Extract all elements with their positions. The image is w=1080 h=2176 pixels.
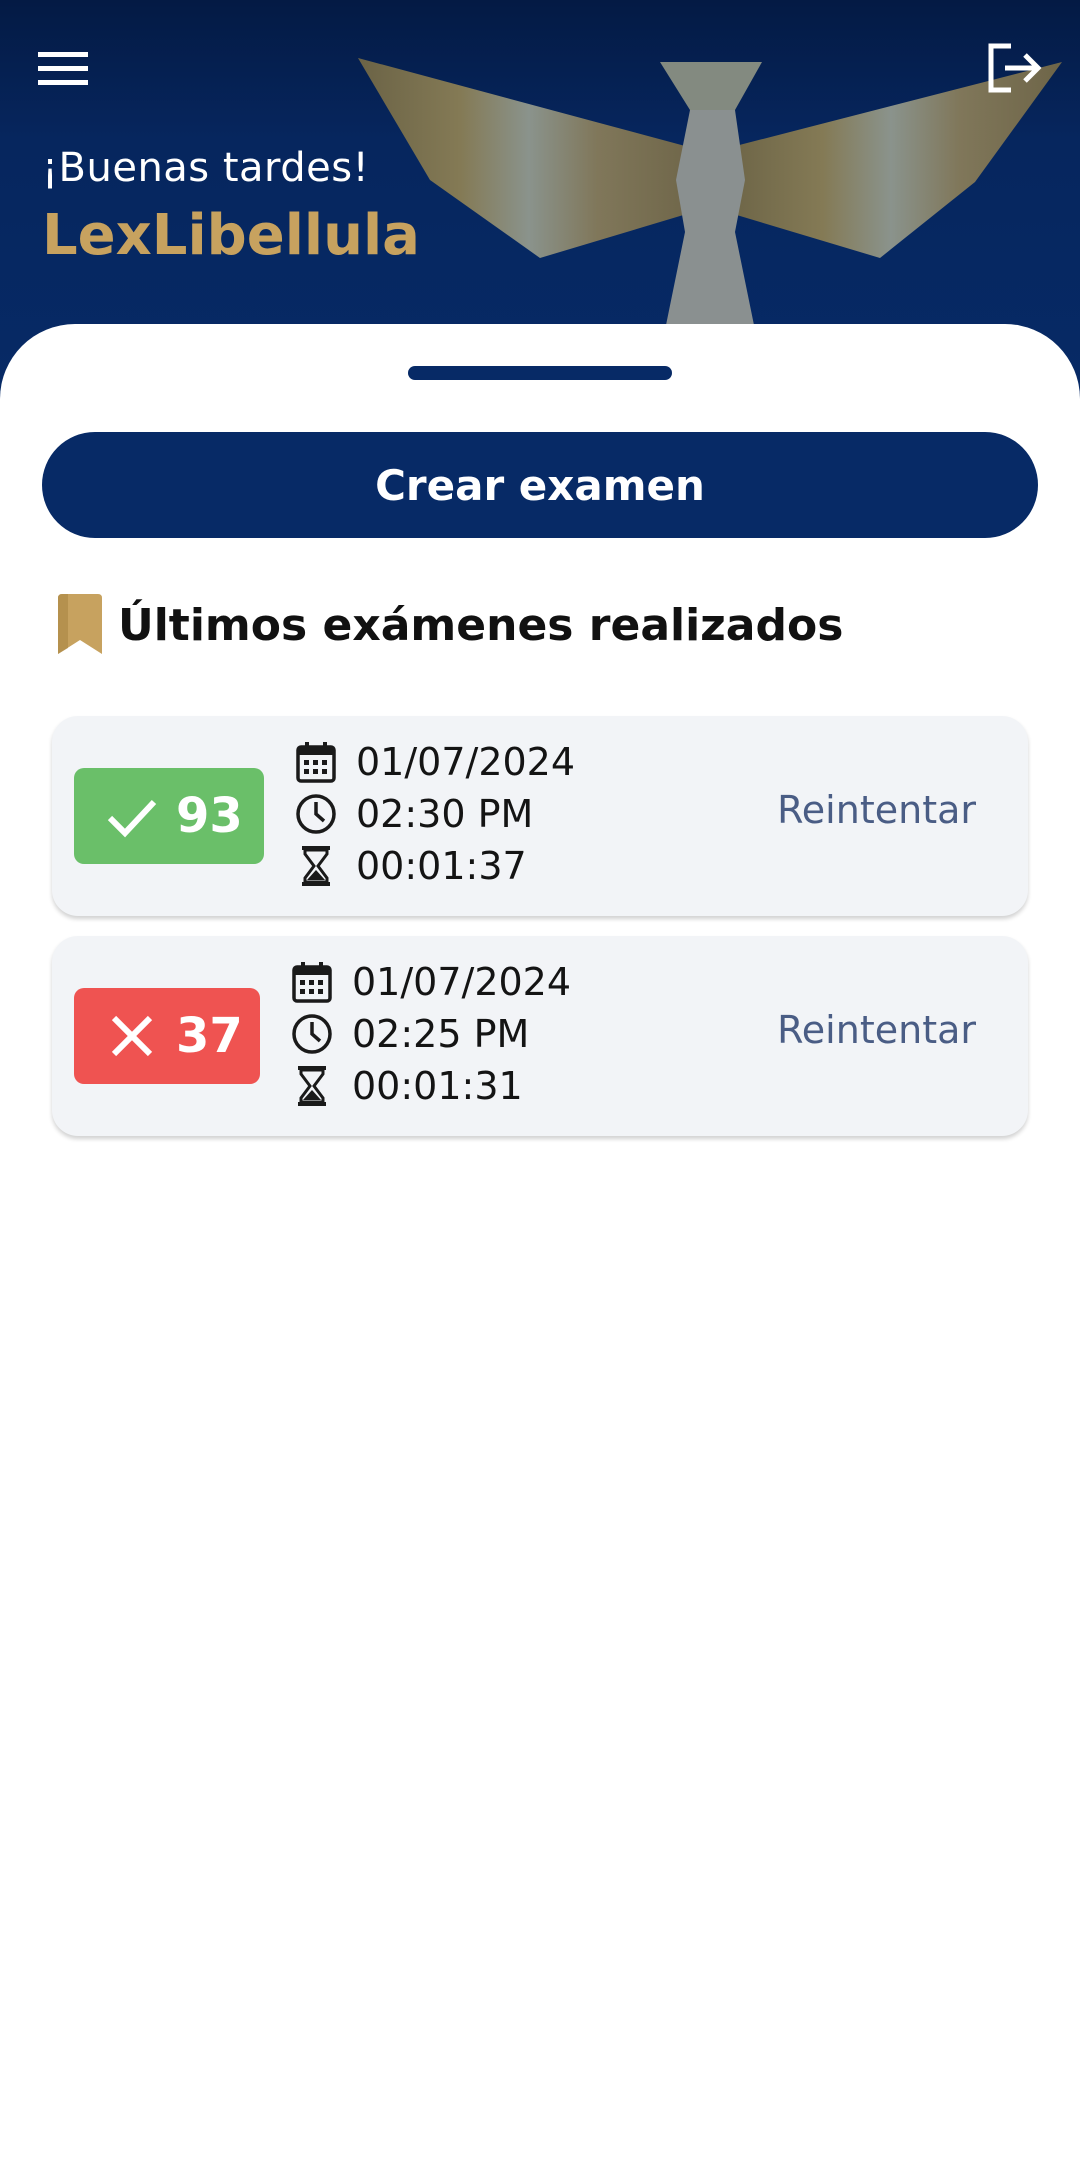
exam-meta: 01/07/2024 02:25 PM 00:01:31 bbox=[290, 956, 571, 1112]
time-row: 02:25 PM bbox=[290, 1008, 571, 1060]
score-value: 37 bbox=[176, 1008, 243, 1064]
bookmark-icon bbox=[58, 594, 102, 654]
hourglass-icon bbox=[298, 1066, 326, 1106]
date-row: 01/07/2024 bbox=[290, 956, 571, 1008]
time-row: 02:30 PM bbox=[294, 788, 575, 840]
score-badge-fail: 37 bbox=[74, 988, 260, 1084]
calendar-icon bbox=[292, 962, 332, 1003]
retry-button[interactable]: Reintentar bbox=[777, 788, 976, 832]
exam-date: 01/07/2024 bbox=[352, 960, 572, 1004]
exam-time: 02:30 PM bbox=[356, 792, 534, 836]
hourglass-icon bbox=[302, 846, 330, 886]
clock-icon bbox=[296, 794, 336, 834]
exam-card: 37 01/07/2024 02:25 PM 00:01:31 Reintent… bbox=[52, 936, 1028, 1136]
menu-icon[interactable] bbox=[34, 46, 92, 92]
exam-meta: 01/07/2024 02:30 PM 00:01:37 bbox=[294, 736, 575, 892]
sheet-handle[interactable] bbox=[408, 366, 672, 380]
exam-card: 93 01/07/2024 02:30 PM 00:01:37 Reintent… bbox=[52, 716, 1028, 916]
retry-button[interactable]: Reintentar bbox=[777, 1008, 976, 1052]
calendar-icon bbox=[296, 742, 336, 783]
recent-exams-header: Últimos exámenes realizados bbox=[56, 594, 843, 656]
create-exam-button[interactable]: Crear examen bbox=[42, 432, 1038, 538]
duration-row: 00:01:31 bbox=[290, 1060, 571, 1112]
content-sheet: Crear examen Últimos exámenes realizados… bbox=[0, 324, 1080, 2176]
greeting-text: ¡Buenas tardes! bbox=[42, 145, 370, 191]
score-badge-pass: 93 bbox=[74, 768, 264, 864]
app-screen: ¡Buenas tardes! LexLibellula Crear exame… bbox=[0, 0, 1080, 2176]
close-icon bbox=[111, 1015, 153, 1057]
section-title: Últimos exámenes realizados bbox=[118, 599, 844, 651]
score-value: 93 bbox=[176, 788, 243, 844]
clock-icon bbox=[292, 1014, 332, 1054]
check-icon bbox=[107, 799, 157, 838]
exam-date: 01/07/2024 bbox=[356, 740, 576, 784]
exam-duration: 00:01:31 bbox=[352, 1064, 523, 1108]
date-row: 01/07/2024 bbox=[294, 736, 575, 788]
username: LexLibellula bbox=[42, 203, 420, 268]
exam-duration: 00:01:37 bbox=[356, 844, 527, 888]
logout-icon[interactable] bbox=[985, 40, 1045, 96]
duration-row: 00:01:37 bbox=[294, 840, 575, 892]
exam-time: 02:25 PM bbox=[352, 1012, 530, 1056]
